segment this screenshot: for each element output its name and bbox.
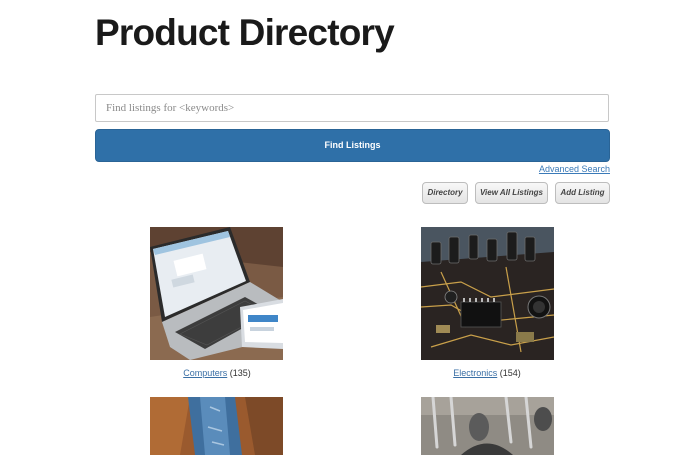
find-listings-button[interactable]: Find Listings — [95, 129, 610, 162]
computers-count: (135) — [229, 368, 251, 378]
circuit-board-photo — [421, 227, 554, 360]
directory-button[interactable]: Directory — [422, 182, 468, 204]
clothing-category-image[interactable] — [150, 397, 283, 455]
computers-category-image[interactable] — [150, 227, 283, 360]
kitchen-category-image[interactable] — [421, 397, 554, 455]
electronics-count: (154) — [499, 368, 521, 378]
view-all-listings-button[interactable]: View All Listings — [475, 182, 548, 204]
denim-jeans-photo — [150, 397, 283, 455]
kitchen-utensils-photo — [421, 397, 554, 455]
computers-category-caption: Computers (135) — [117, 368, 317, 378]
electronics-category-caption: Electronics (154) — [387, 368, 587, 378]
page-title: Product Directory — [95, 12, 395, 53]
computers-category-link[interactable]: Computers — [183, 368, 227, 378]
laptop-and-tablet-photo — [150, 227, 283, 360]
electronics-category-image[interactable] — [421, 227, 554, 360]
advanced-search-link[interactable]: Advanced Search — [539, 164, 610, 174]
search-input[interactable] — [95, 94, 609, 122]
add-listing-button[interactable]: Add Listing — [555, 182, 610, 204]
electronics-category-link[interactable]: Electronics — [453, 368, 497, 378]
